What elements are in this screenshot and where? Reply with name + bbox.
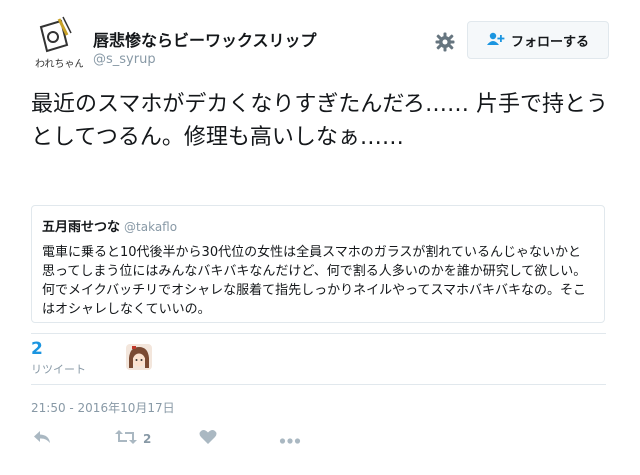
divider	[31, 384, 606, 385]
follow-user-icon	[486, 31, 505, 50]
tweet-timestamp[interactable]: 21:50 - 2016年10月17日	[31, 399, 175, 416]
retweet-count[interactable]: 2	[31, 339, 43, 359]
gear-icon[interactable]	[434, 31, 456, 53]
retweet-icon	[115, 429, 137, 449]
tweet-actions: 2	[31, 428, 331, 452]
more-button[interactable]	[279, 428, 301, 450]
svg-text:われちゃん: われちゃん	[35, 58, 83, 70]
author-name[interactable]: 唇悲惨ならビーワックスリップ	[93, 27, 317, 51]
retweeter-avatar[interactable]	[126, 344, 152, 370]
retweet-action-count: 2	[143, 432, 152, 446]
quoted-author-handle: @takaflo	[124, 220, 178, 234]
quoted-author: 五月雨せつな @takaflo	[42, 216, 594, 235]
tweet-header: われちゃん 唇悲惨ならビーワックスリップ @s_syrup フォローする	[31, 15, 611, 79]
reply-icon	[33, 429, 51, 449]
divider	[31, 333, 606, 334]
quoted-text: 電車に乗ると10代後半から30代位の女性は全員スマホのガラスが割れているんじゃな…	[42, 245, 587, 317]
quoted-author-name: 五月雨せつな	[42, 220, 121, 235]
like-button[interactable]	[199, 428, 217, 450]
more-icon	[279, 430, 301, 449]
retweet-button[interactable]: 2	[115, 428, 151, 450]
tweet-text: 最近のスマホがデカくなりすぎたんだろ…… 片手で持とうとしてつるん。修理も高いし…	[31, 92, 609, 150]
heart-icon	[199, 429, 217, 449]
reply-button[interactable]	[33, 428, 51, 450]
quoted-tweet[interactable]: 五月雨せつな @takaflo 電車に乗ると10代後半から30代位の女性は全員スマ…	[31, 205, 605, 323]
author-handle[interactable]: @s_syrup	[93, 52, 156, 67]
author-avatar[interactable]: われちゃん	[31, 15, 85, 71]
follow-button[interactable]: フォローする	[467, 21, 609, 59]
follow-label: フォローする	[510, 34, 589, 50]
avatar-image: われちゃん	[31, 15, 85, 71]
retweet-label[interactable]: リツイート	[31, 361, 86, 377]
